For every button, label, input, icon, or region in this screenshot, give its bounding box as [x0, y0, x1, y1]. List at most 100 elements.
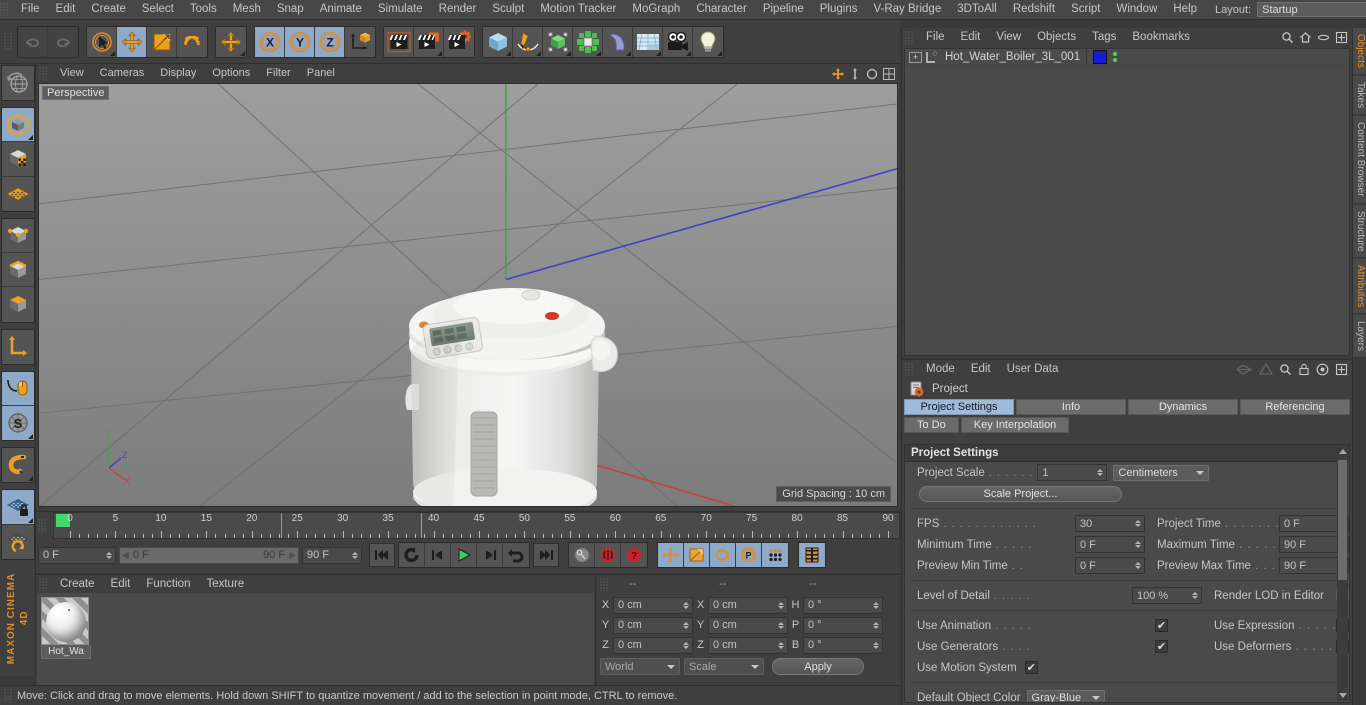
- play-reverse-loop-button[interactable]: [399, 543, 425, 567]
- menu-motion-tracker[interactable]: Motion Tracker: [532, 0, 624, 19]
- toolbar-gripper[interactable]: [4, 32, 13, 51]
- material-item[interactable]: Hot_Wa: [41, 597, 91, 659]
- menu-create[interactable]: Create: [83, 0, 134, 19]
- menu-file[interactable]: File: [13, 0, 48, 19]
- lock-z-axis-button[interactable]: Z: [315, 26, 345, 57]
- enable-snapping-button[interactable]: [1, 371, 34, 406]
- spinner-icon[interactable]: [1135, 520, 1142, 527]
- home-icon[interactable]: [1299, 31, 1312, 44]
- lock-x-axis-button[interactable]: X: [255, 26, 285, 57]
- add-light-button[interactable]: [693, 26, 723, 57]
- coord-field-p[interactable]: 0 °: [803, 616, 883, 634]
- menu-mesh[interactable]: Mesh: [225, 0, 269, 19]
- range-right-arrow-icon[interactable]: ▶: [289, 550, 296, 561]
- menu-render[interactable]: Render: [431, 0, 485, 19]
- level-of-detail-field[interactable]: 100 %: [1132, 587, 1202, 604]
- spinner-icon[interactable]: [1135, 541, 1142, 548]
- spinner-icon[interactable]: [778, 641, 785, 649]
- viewport-menu-options[interactable]: Options: [204, 65, 258, 82]
- project-scale-field[interactable]: 1: [1037, 464, 1108, 481]
- coord-field-y[interactable]: 0 cm: [708, 616, 788, 634]
- dock-tab-objects[interactable]: Objects: [1353, 28, 1366, 74]
- object-menu-tags[interactable]: Tags: [1084, 29, 1124, 46]
- autokeying-button[interactable]: [569, 543, 595, 567]
- menu-sculpt[interactable]: Sculpt: [484, 0, 532, 19]
- step-back-button[interactable]: [425, 543, 451, 567]
- spinner-icon[interactable]: [352, 551, 359, 559]
- go-to-start-button[interactable]: [369, 543, 395, 567]
- menu-pipeline[interactable]: Pipeline: [755, 0, 812, 19]
- menu-window[interactable]: Window: [1108, 0, 1165, 19]
- object-menu-objects[interactable]: Objects: [1029, 29, 1084, 46]
- record-active-objects-button[interactable]: [595, 543, 621, 567]
- object-menu-view[interactable]: View: [988, 29, 1029, 46]
- menu-snap[interactable]: Snap: [269, 0, 312, 19]
- search-icon[interactable]: [1281, 31, 1294, 44]
- scroll-up-arrow-icon[interactable]: [1339, 449, 1347, 454]
- move-tool-2[interactable]: [216, 26, 246, 57]
- menu-help[interactable]: Help: [1165, 0, 1205, 19]
- coord-field-x[interactable]: 0 cm: [708, 596, 788, 614]
- coord-field-y[interactable]: 0 cm: [613, 616, 693, 634]
- object-menu-bookmarks[interactable]: Bookmarks: [1124, 29, 1198, 46]
- object-menu-edit[interactable]: Edit: [953, 29, 989, 46]
- statusbar-gripper[interactable]: [4, 689, 13, 702]
- tab-info[interactable]: Info: [1016, 399, 1126, 415]
- spinner-icon[interactable]: [1192, 592, 1199, 599]
- menu-redshift[interactable]: Redshift: [1005, 0, 1063, 19]
- default-object-color-select[interactable]: Gray-Blue: [1026, 689, 1105, 702]
- dock-tab-content-browser[interactable]: Content Browser: [1353, 116, 1366, 203]
- menu-mograph[interactable]: MoGraph: [624, 0, 688, 19]
- polygons-mode-button[interactable]: [1, 287, 34, 322]
- menu-plugins[interactable]: Plugins: [812, 0, 866, 19]
- menu-3dtoall[interactable]: 3DToAll: [949, 0, 1005, 19]
- attributes-menu-mode[interactable]: Mode: [918, 361, 963, 378]
- step-forward-button[interactable]: [477, 543, 503, 567]
- timeline-filmstrip-button[interactable]: [799, 543, 825, 567]
- lock-workplane-button[interactable]: [1, 490, 34, 525]
- tab-to-do[interactable]: To Do: [904, 417, 959, 433]
- timeline-ruler[interactable]: 0 5 10 15 20 25 30 35 40 45 50 55 60 65 70 75 80 85 90: [53, 512, 900, 539]
- max-frame-field[interactable]: 90 F: [302, 546, 362, 564]
- tab-dynamics[interactable]: Dynamics: [1128, 399, 1238, 415]
- dock-tab-takes[interactable]: Takes: [1353, 75, 1366, 115]
- spinner-icon[interactable]: [778, 621, 785, 629]
- snap-settings-button[interactable]: S: [1, 405, 34, 441]
- spinner-icon[interactable]: [683, 621, 690, 629]
- add-environment-button[interactable]: [633, 26, 663, 57]
- viewport-menu-display[interactable]: Display: [152, 65, 204, 82]
- use-animation-checkbox[interactable]: ✔: [1155, 619, 1168, 632]
- use-motion-system-checkbox[interactable]: ✔: [1024, 661, 1038, 674]
- coord-space-select[interactable]: World: [600, 658, 680, 675]
- menu-select[interactable]: Select: [134, 0, 182, 19]
- attributes-scrollbar[interactable]: [1337, 446, 1348, 701]
- axis-modify-button[interactable]: [1, 329, 34, 364]
- coord-field-z[interactable]: 0 cm: [613, 636, 693, 654]
- add-generator-button[interactable]: [543, 26, 573, 57]
- workplane-mode-button[interactable]: [1, 176, 34, 211]
- apply-button[interactable]: Apply: [772, 658, 864, 675]
- tab-referencing[interactable]: Referencing: [1240, 399, 1350, 415]
- preview-range-slider[interactable]: ◀ 0 F 90 F ▶: [119, 546, 299, 564]
- coord-field-z[interactable]: 0 cm: [708, 636, 788, 654]
- keyframe-right-icon[interactable]: [1259, 363, 1273, 376]
- maximize-icon[interactable]: [1335, 31, 1348, 44]
- spinner-icon[interactable]: [873, 601, 880, 609]
- fps-field[interactable]: 30: [1075, 515, 1145, 532]
- tab-project-settings[interactable]: Project Settings: [904, 399, 1014, 415]
- material-menu-texture[interactable]: Texture: [198, 576, 252, 593]
- loop-button[interactable]: [503, 543, 529, 567]
- timeline-gripper[interactable]: [38, 519, 47, 532]
- coord-field-b[interactable]: 0 °: [803, 636, 883, 654]
- material-gripper[interactable]: [39, 577, 48, 591]
- menu-tools[interactable]: Tools: [182, 0, 225, 19]
- project-scale-unit-select[interactable]: Centimeters: [1113, 464, 1210, 481]
- record-parameter-button[interactable]: P: [736, 543, 762, 567]
- viewport-gripper[interactable]: [39, 67, 48, 80]
- add-camera-button[interactable]: [663, 26, 693, 57]
- viewport-menu-panel[interactable]: Panel: [299, 65, 343, 82]
- add-mograph-button[interactable]: [573, 26, 603, 57]
- material-menu-create[interactable]: Create: [52, 576, 103, 593]
- dock-tab-attributes[interactable]: Attributes: [1353, 259, 1366, 314]
- preview-min-time-field[interactable]: 0 F: [1075, 557, 1145, 574]
